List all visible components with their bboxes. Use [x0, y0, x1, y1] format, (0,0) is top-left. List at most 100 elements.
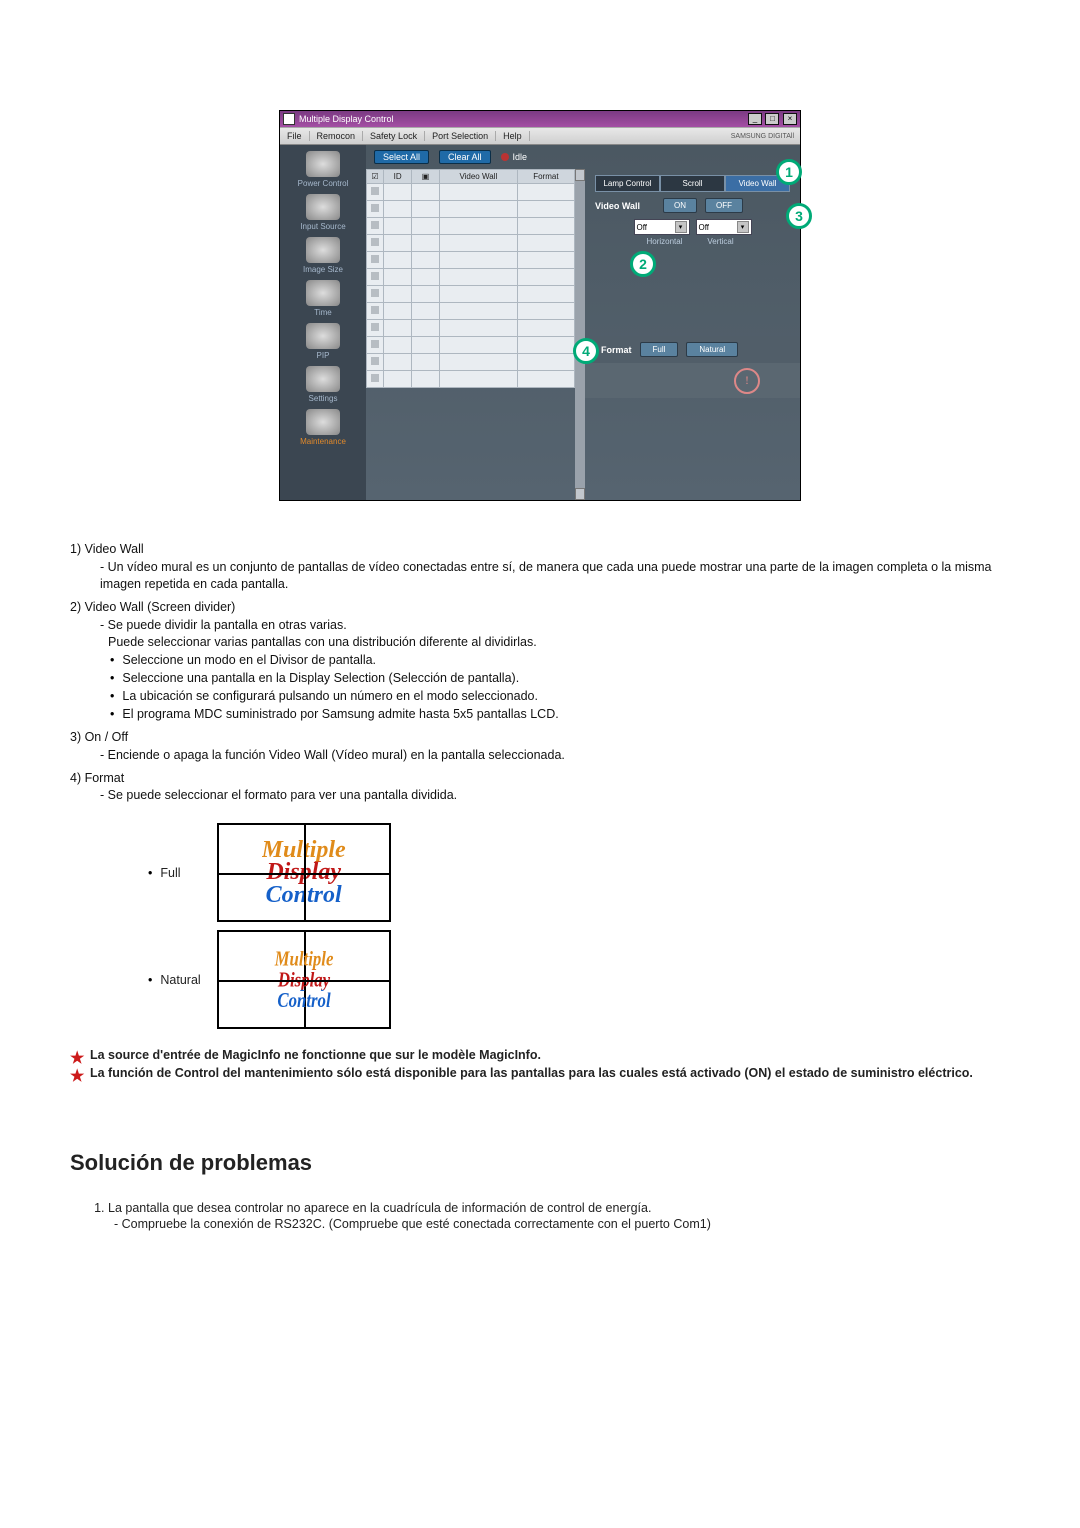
window-titlebar: Multiple Display Control _ □ ×	[280, 111, 800, 127]
power-icon	[306, 151, 340, 177]
time-icon	[306, 280, 340, 306]
menu-help[interactable]: Help	[496, 131, 530, 141]
note-3-title: 3) On / Off	[70, 729, 1010, 746]
star-note-2: ★ La función de Control del mantenimient…	[70, 1066, 1010, 1080]
sidebar-item-settings[interactable]: Settings	[306, 366, 340, 403]
toolbar: Select All Clear All Idle	[366, 145, 800, 169]
menu-bar: File Remocon Safety Lock Port Selection …	[280, 127, 800, 145]
trouble-item-1a: - Compruebe la conexión de RS232C. (Comp…	[114, 1217, 1010, 1231]
minimize-button[interactable]: _	[748, 113, 762, 125]
sidebar-item-power-control[interactable]: Power Control	[298, 151, 349, 188]
table-row[interactable]	[367, 337, 575, 354]
col-id: ID	[384, 170, 412, 184]
window-buttons: _ □ ×	[747, 113, 797, 125]
note-4-line: - Se puede seleccionar el formato para v…	[100, 787, 1010, 804]
tab-lamp-control[interactable]: Lamp Control	[595, 175, 660, 192]
image-size-icon	[306, 237, 340, 263]
star-icon: ★	[70, 1066, 84, 1086]
menu-safety-lock[interactable]: Safety Lock	[363, 131, 425, 141]
note-2b: Puede seleccionar varias pantallas con u…	[108, 634, 1010, 651]
settings-icon	[306, 366, 340, 392]
note-2-bullet: Seleccione un modo en el Divisor de pant…	[110, 652, 1010, 669]
full-format-illustration: MultipleDisplayControl	[217, 823, 391, 922]
callout-badge-2: 2	[630, 251, 656, 277]
app-icon	[283, 113, 295, 125]
table-row[interactable]	[367, 371, 575, 388]
brand-label: SAMSUNG DIGITAll	[724, 133, 800, 140]
natural-format-illustration: MultipleDisplayControl	[217, 930, 391, 1029]
pip-icon	[306, 323, 340, 349]
star-note-1: ★ La source d'entrée de MagicInfo ne fon…	[70, 1048, 1010, 1062]
table-row[interactable]	[367, 252, 575, 269]
idle-dot-icon	[501, 153, 509, 161]
select-all-button[interactable]: Select All	[374, 150, 429, 164]
clear-all-button[interactable]: Clear All	[439, 150, 491, 164]
trouble-item-1: La pantalla que desea controlar no apare…	[108, 1201, 1010, 1231]
col-check[interactable]: ☑	[367, 170, 384, 184]
chevron-down-icon: ▾	[675, 221, 687, 233]
note-2-bullet: La ubicación se configurará pulsando un …	[110, 688, 1010, 705]
table-row[interactable]	[367, 269, 575, 286]
maintenance-icon	[306, 409, 340, 435]
col-state: ▣	[412, 170, 440, 184]
note-1-title: 1) Video Wall	[70, 541, 1010, 558]
star-icon: ★	[70, 1048, 84, 1068]
callout-badge-1: 1	[776, 159, 802, 185]
chevron-down-icon: ▾	[737, 221, 749, 233]
note-2-bullet: Seleccione una pantalla en la Display Se…	[110, 670, 1010, 687]
input-source-icon	[306, 194, 340, 220]
table-row[interactable]	[367, 303, 575, 320]
callout-badge-4: 4	[573, 338, 599, 364]
off-button[interactable]: OFF	[705, 198, 743, 213]
on-button[interactable]: ON	[663, 198, 697, 213]
col-format: Format	[517, 170, 574, 184]
mdc-application-window: Multiple Display Control _ □ × File Remo…	[279, 110, 801, 501]
sidebar-item-input-source[interactable]: Input Source	[300, 194, 345, 231]
menu-port-selection[interactable]: Port Selection	[425, 131, 496, 141]
note-2-title: 2) Video Wall (Screen divider)	[70, 599, 1010, 616]
sidebar-item-pip[interactable]: PIP	[306, 323, 340, 360]
video-wall-label: Video Wall	[595, 201, 655, 211]
grid-scrollbar[interactable]	[575, 169, 585, 500]
vertical-sublabel: Vertical	[696, 237, 746, 246]
scroll-up-icon[interactable]	[575, 169, 585, 181]
note-4-title: 4) Format	[70, 770, 1010, 787]
horizontal-sublabel: Horizontal	[640, 237, 690, 246]
tab-scroll[interactable]: Scroll	[660, 175, 725, 192]
section-heading-troubleshooting: Solución de problemas	[70, 1150, 1010, 1176]
note-1-line: - Un vídeo mural es un conjunto de panta…	[100, 559, 1010, 593]
col-video-wall: Video Wall	[439, 170, 517, 184]
table-row[interactable]	[367, 286, 575, 303]
format-label: Format	[601, 345, 632, 355]
close-button[interactable]: ×	[783, 113, 797, 125]
table-row[interactable]	[367, 201, 575, 218]
window-title: Multiple Display Control	[299, 114, 394, 124]
note-2-bullet: El programa MDC suministrado por Samsung…	[110, 706, 1010, 723]
sidebar: Power Control Input Source Image Size Ti…	[280, 145, 366, 500]
sidebar-item-image-size[interactable]: Image Size	[303, 237, 343, 274]
scroll-down-icon[interactable]	[575, 488, 585, 500]
format-examples-table: Full MultipleDisplayControl Natural Mult…	[140, 819, 399, 1033]
sidebar-item-maintenance[interactable]: Maintenance	[300, 409, 346, 446]
table-row[interactable]	[367, 354, 575, 371]
table-row[interactable]	[367, 235, 575, 252]
format-full-button[interactable]: Full	[640, 342, 679, 357]
table-row[interactable]	[367, 184, 575, 201]
format-natural-label: Natural	[140, 926, 209, 1033]
notes-section: 1) Video Wall - Un vídeo mural es un con…	[70, 541, 1010, 804]
table-row[interactable]	[367, 320, 575, 337]
maximize-button[interactable]: □	[765, 113, 779, 125]
sidebar-item-time[interactable]: Time	[306, 280, 340, 317]
note-3-line: - Enciende o apaga la función Video Wall…	[100, 747, 1010, 764]
troubleshooting-list: La pantalla que desea controlar no apare…	[90, 1201, 1010, 1231]
table-row[interactable]	[367, 218, 575, 235]
menu-file[interactable]: File	[280, 131, 310, 141]
format-natural-button[interactable]: Natural	[686, 342, 738, 357]
vertical-select[interactable]: Off▾	[696, 219, 752, 235]
note-2a: - Se puede dividir la pantalla en otras …	[100, 617, 1010, 634]
format-full-label: Full	[140, 819, 209, 926]
idle-status: Idle	[501, 152, 528, 162]
menu-remocon[interactable]: Remocon	[310, 131, 364, 141]
settings-panel: Lamp Control Scroll Video Wall 1 Video W…	[585, 169, 800, 500]
horizontal-select[interactable]: Off▾	[634, 219, 690, 235]
